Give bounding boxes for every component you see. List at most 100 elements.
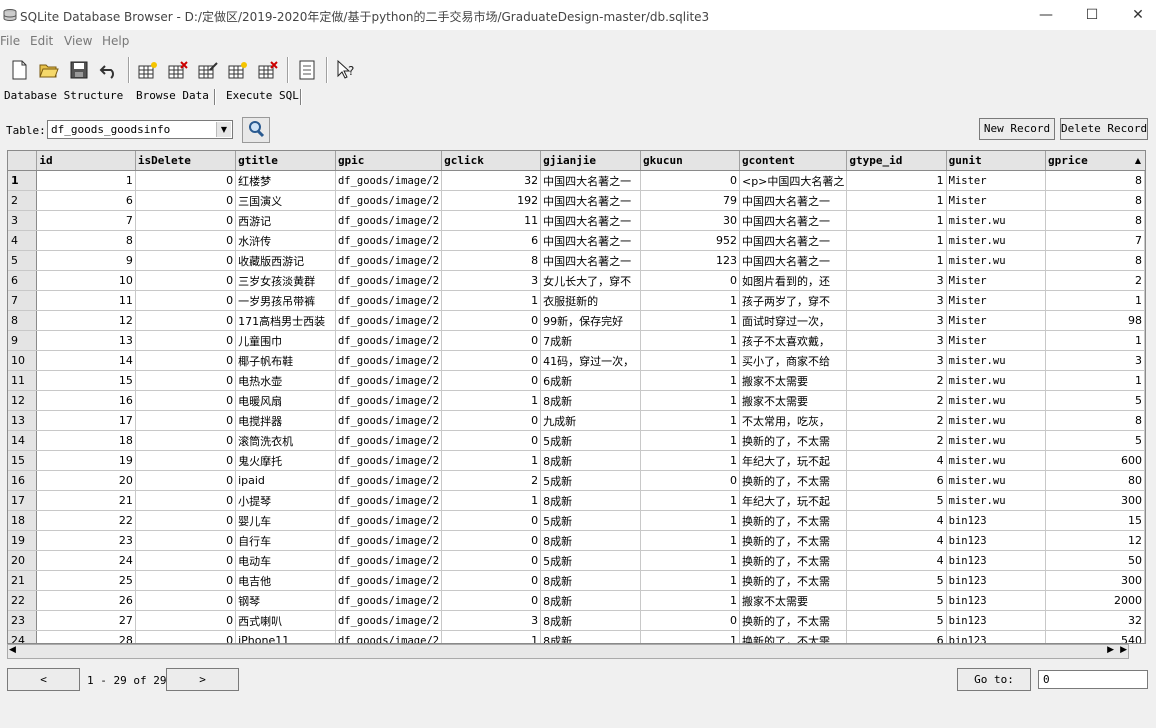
cell-gjianjie[interactable]: 中国四大名著之一 [540, 210, 641, 231]
cell-gprice[interactable]: 1 [1045, 370, 1145, 391]
table-row[interactable]: 20 24 0 电动车 df_goods/image/2 0 5成新 1 换新的了，不太需 4 bi… [8, 550, 1145, 571]
table-row[interactable]: 7 11 0 一岁男孩吊带裤 df_goods/image/2 1 衣服挺新的 1 孩子两岁了，… [8, 290, 1145, 311]
cell-gcontent[interactable]: 换新的了，不太需 [739, 430, 848, 451]
cell-gkucun[interactable]: 123 [640, 250, 740, 271]
row-number[interactable]: 19 [8, 530, 38, 551]
row-number[interactable]: 23 [8, 610, 38, 631]
new-file-icon[interactable] [6, 57, 32, 83]
cell-isDelete[interactable]: 0 [135, 250, 237, 271]
cell-gtitle[interactable]: 西游记 [235, 210, 336, 231]
cell-gcontent[interactable]: 买小了，商家不给 [739, 350, 848, 371]
cell-gtitle[interactable]: ipaid [235, 470, 336, 491]
cell-gtitle[interactable]: 电吉他 [235, 570, 336, 591]
go-to-button[interactable]: Go to: [957, 668, 1031, 691]
cell-gpic[interactable]: df_goods/image/2 [335, 490, 443, 511]
cell-gtitle[interactable]: 小提琴 [235, 490, 336, 511]
cell-id[interactable]: 17 [36, 410, 136, 431]
cell-gcontent[interactable]: 换新的了，不太需 [739, 550, 848, 571]
cell-gunit[interactable]: Mister [946, 270, 1046, 291]
cell-gtitle[interactable]: 婴儿车 [235, 510, 336, 531]
cell-gunit[interactable]: mister.wu [946, 390, 1046, 411]
cell-isDelete[interactable]: 0 [135, 590, 237, 611]
cell-gkucun[interactable]: 1 [640, 290, 740, 311]
cell-id[interactable]: 19 [36, 450, 136, 471]
cell-gtitle[interactable]: 电动车 [235, 550, 336, 571]
column-header-gclick[interactable]: gclick [441, 151, 542, 171]
cell-gprice[interactable]: 8 [1045, 410, 1145, 431]
cell-gtitle[interactable]: 171高档男士西装 [235, 310, 336, 331]
cell-gtitle[interactable]: 水浒传 [235, 230, 336, 251]
table-row[interactable]: 16 20 0 ipaid df_goods/image/2 2 5成新 0 换新的了，不太需 6… [8, 470, 1145, 491]
cell-gunit[interactable]: bin123 [946, 630, 1046, 643]
cell-gkucun[interactable]: 1 [640, 570, 740, 591]
cell-id[interactable]: 7 [36, 210, 136, 231]
cell-gclick[interactable]: 11 [441, 210, 542, 231]
cell-id[interactable]: 12 [36, 310, 136, 331]
cell-gtype_id[interactable]: 5 [846, 610, 947, 631]
cell-gpic[interactable]: df_goods/image/2 [335, 630, 443, 643]
cell-gtype_id[interactable]: 4 [846, 530, 947, 551]
cell-id[interactable]: 18 [36, 430, 136, 451]
cell-gpic[interactable]: df_goods/image/2 [335, 250, 443, 271]
cell-id[interactable]: 6 [36, 190, 136, 211]
cell-gunit[interactable]: Mister [946, 290, 1046, 311]
cell-gprice[interactable]: 50 [1045, 550, 1145, 571]
cell-gunit[interactable]: mister.wu [946, 410, 1046, 431]
cell-gpic[interactable]: df_goods/image/2 [335, 270, 443, 291]
cell-gjianjie[interactable]: 5成新 [540, 510, 641, 531]
cell-gtype_id[interactable]: 5 [846, 490, 947, 511]
cell-id[interactable]: 11 [36, 290, 136, 311]
cell-gclick[interactable]: 1 [441, 450, 542, 471]
cell-gclick[interactable]: 0 [441, 330, 542, 351]
cell-gkucun[interactable]: 952 [640, 230, 740, 251]
cell-isDelete[interactable]: 0 [135, 410, 237, 431]
cell-gkucun[interactable]: 1 [640, 370, 740, 391]
row-number[interactable]: 7 [8, 290, 38, 311]
cell-gtitle[interactable]: 三国演义 [235, 190, 336, 211]
table-row[interactable]: 23 27 0 西式喇叭 df_goods/image/2 3 8成新 0 换新的了，不太需 5 b… [8, 610, 1145, 631]
cell-gpic[interactable]: df_goods/image/2 [335, 450, 443, 471]
column-header-gtitle[interactable]: gtitle [235, 151, 336, 171]
save-icon[interactable] [66, 57, 92, 83]
cell-gclick[interactable]: 0 [441, 570, 542, 591]
cell-id[interactable]: 27 [36, 610, 136, 631]
table-row[interactable]: 11 15 0 电热水壶 df_goods/image/2 0 6成新 1 搬家不太需要 2 mis… [8, 370, 1145, 391]
row-number[interactable]: 14 [8, 430, 38, 451]
cell-gunit[interactable]: bin123 [946, 530, 1046, 551]
cell-gjianjie[interactable]: 九成新 [540, 410, 641, 431]
cell-gcontent[interactable]: <p>中国四大名著之 [739, 170, 848, 191]
cell-gjianjie[interactable]: 8成新 [540, 450, 641, 471]
cell-gprice[interactable]: 12 [1045, 530, 1145, 551]
table-row[interactable]: 13 17 0 电搅拌器 df_goods/image/2 0 九成新 1 不太常用，吃灰， 2 m… [8, 410, 1145, 431]
cell-gunit[interactable]: mister.wu [946, 490, 1046, 511]
cell-gunit[interactable]: mister.wu [946, 250, 1046, 271]
cell-gcontent[interactable]: 中国四大名著之一 [739, 230, 848, 251]
menu-edit[interactable]: Edit [30, 34, 53, 48]
row-number[interactable]: 22 [8, 590, 38, 611]
cell-gkucun[interactable]: 1 [640, 490, 740, 511]
row-number[interactable]: 11 [8, 370, 38, 391]
next-page-button[interactable]: > [166, 668, 239, 691]
table-row[interactable]: 15 19 0 鬼火摩托 df_goods/image/2 1 8成新 1 年纪大了，玩不起 4 m… [8, 450, 1145, 471]
cell-gcontent[interactable]: 中国四大名著之一 [739, 250, 848, 271]
cell-gpic[interactable]: df_goods/image/2 [335, 570, 443, 591]
cell-gpic[interactable]: df_goods/image/2 [335, 590, 443, 611]
cell-gtitle[interactable]: 电热水壶 [235, 370, 336, 391]
cell-gclick[interactable]: 0 [441, 530, 542, 551]
cell-gtype_id[interactable]: 2 [846, 430, 947, 451]
cell-isDelete[interactable]: 0 [135, 330, 237, 351]
cell-gclick[interactable]: 192 [441, 190, 542, 211]
cell-gtype_id[interactable]: 3 [846, 310, 947, 331]
cell-gkucun[interactable]: 1 [640, 550, 740, 571]
row-number[interactable]: 13 [8, 410, 38, 431]
minimize-button[interactable]: — [1023, 0, 1069, 30]
cell-gprice[interactable]: 1 [1045, 330, 1145, 351]
cell-gpic[interactable]: df_goods/image/2 [335, 370, 443, 391]
cell-gjianjie[interactable]: 8成新 [540, 590, 641, 611]
cell-gtitle[interactable]: 西式喇叭 [235, 610, 336, 631]
cell-gcontent[interactable]: 不太常用，吃灰， [739, 410, 848, 431]
cell-gclick[interactable]: 0 [441, 310, 542, 331]
row-number[interactable]: 18 [8, 510, 38, 531]
cell-gprice[interactable]: 300 [1045, 490, 1145, 511]
cell-gtype_id[interactable]: 1 [846, 230, 947, 251]
